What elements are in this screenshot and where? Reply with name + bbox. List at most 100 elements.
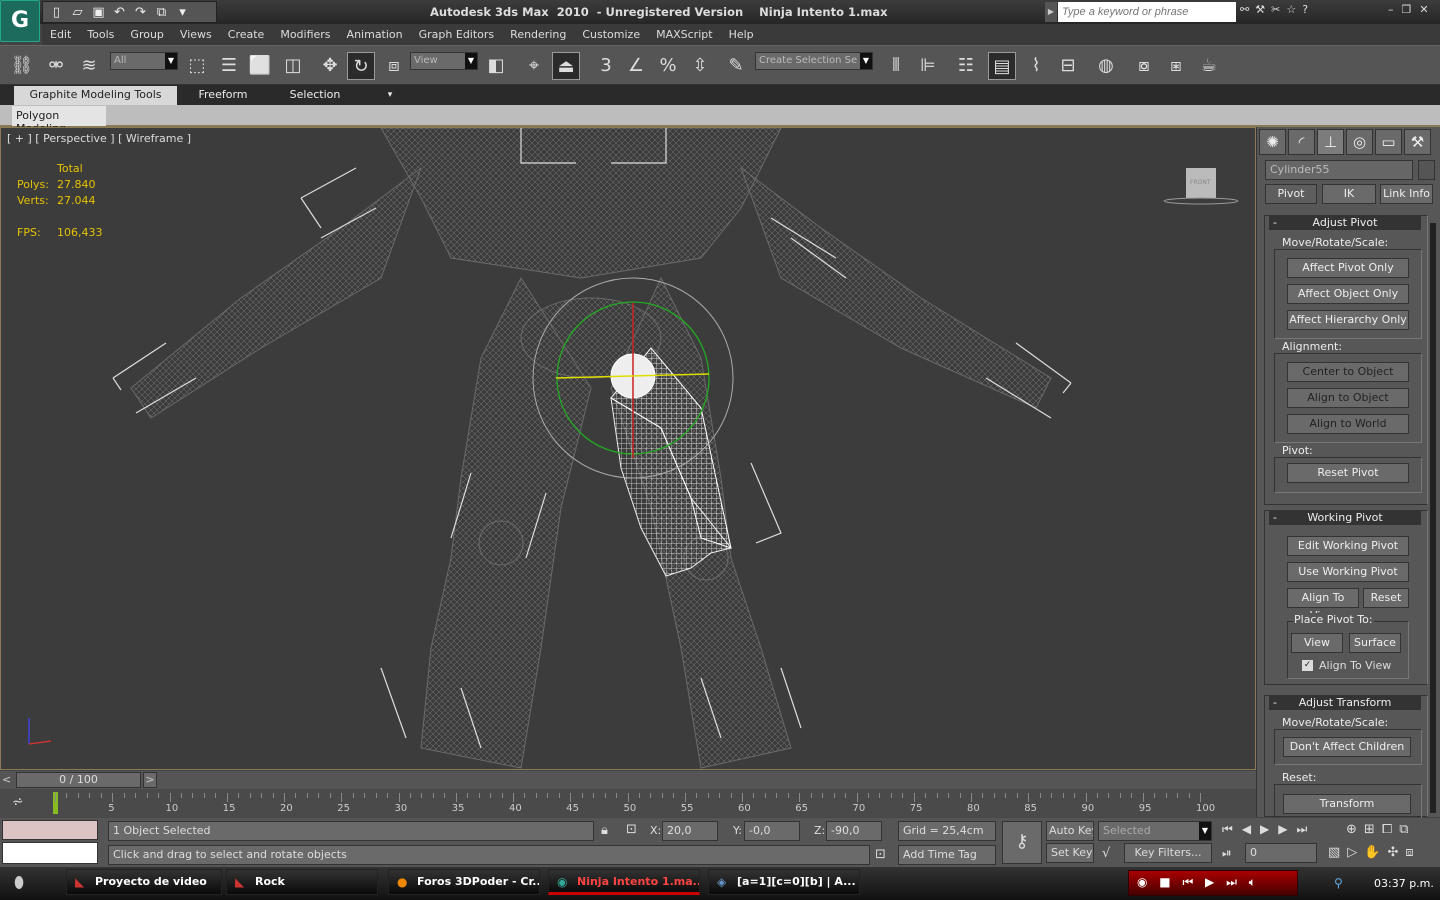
object-name-field[interactable]: Cylinder55 <box>1265 160 1413 180</box>
key-mode-toggle-icon[interactable]: ⏯ <box>1222 846 1232 861</box>
affect-pivot-only-button[interactable]: Affect Pivot Only <box>1287 258 1409 278</box>
set-key-button[interactable]: Set Key <box>1046 843 1094 863</box>
viewcube-face-label[interactable]: FRONT <box>1190 179 1211 186</box>
go-to-end-icon[interactable]: ⏭ <box>1297 822 1308 837</box>
dont-affect-children-button[interactable]: Don't Affect Children <box>1283 737 1411 757</box>
perspective-viewport[interactable]: [ + ] [ Perspective ] [ Wireframe ] FRON… <box>0 127 1256 770</box>
select-object-icon[interactable]: ⬚ <box>183 52 211 80</box>
render-setup-icon[interactable]: ⧇ <box>1130 52 1158 80</box>
menu-group[interactable]: Group <box>122 28 172 41</box>
link-icon[interactable]: ⛓ <box>8 52 36 80</box>
display-tab-icon[interactable]: ▭ <box>1375 129 1402 155</box>
keyboard-shortcut-override-icon[interactable]: ⏏ <box>552 52 580 80</box>
menu-help[interactable]: Help <box>721 28 762 41</box>
schematic-view-icon[interactable]: ⊟ <box>1054 52 1082 80</box>
utilities-tab-icon[interactable]: ⚒ <box>1404 129 1431 155</box>
auto-key-button[interactable]: Auto Key <box>1046 821 1094 841</box>
ribbon-options-icon[interactable]: ▾ <box>382 86 398 105</box>
align-to-view-checkbox[interactable]: ✓ <box>1302 660 1313 671</box>
zoom-icon[interactable]: ⊕ <box>1346 822 1357 837</box>
key-filters-button[interactable]: Key Filters... <box>1124 843 1212 863</box>
align-to-view-button[interactable]: Align To View <box>1287 588 1359 622</box>
go-to-start-icon[interactable]: ⏮ <box>1222 822 1233 837</box>
previous-key-icon[interactable]: ◀ <box>1242 822 1251 837</box>
motion-tab-icon[interactable]: ◎ <box>1346 129 1373 155</box>
align-icon[interactable]: ⊫ <box>914 52 942 80</box>
place-surface-button[interactable]: Surface <box>1349 633 1401 653</box>
place-view-button[interactable]: View <box>1291 633 1343 653</box>
orbit-icon[interactable]: ✣ <box>1387 845 1398 860</box>
rendered-frame-window-icon[interactable]: ⧆ <box>1162 52 1190 80</box>
percent-snap-icon[interactable]: % <box>654 52 682 80</box>
save-icon[interactable]: ▣ <box>91 5 106 20</box>
previous-frame-icon[interactable]: < <box>2 773 11 786</box>
unlink-icon[interactable]: ⚮ <box>42 52 70 80</box>
binoculars-icon[interactable]: ⚯ <box>1240 3 1249 16</box>
align-to-object-button[interactable]: Align to Object <box>1287 388 1409 408</box>
taskbar-item-active[interactable]: ◉ Ninja Intento 1.ma... <box>548 869 700 895</box>
maxscript-listener-bottom[interactable] <box>2 842 98 864</box>
play-icon[interactable]: ▶ <box>1260 822 1269 837</box>
viewport-label[interactable]: [ + ] [ Perspective ] [ Wireframe ] <box>7 132 191 145</box>
minimize-icon[interactable]: – <box>1388 3 1394 16</box>
time-slider-thumb[interactable]: 0 / 100 <box>16 772 141 788</box>
adjust-pivot-rollout[interactable]: - Adjust Pivot <box>1269 216 1421 230</box>
key-mode-dropdown[interactable]: Selected ▼ <box>1098 821 1212 841</box>
affect-object-only-button[interactable]: Affect Object Only <box>1287 284 1409 304</box>
chevron-down-icon[interactable]: ▾ <box>175 5 190 20</box>
move-icon[interactable]: ✥ <box>316 52 344 80</box>
pivot-tab[interactable]: Pivot <box>1265 184 1317 204</box>
hierarchy-tab-icon[interactable]: ⊥ <box>1317 129 1344 155</box>
menu-graph-editors[interactable]: Graph Editors <box>411 28 503 41</box>
add-time-tag-button[interactable]: Add Time Tag <box>898 845 996 865</box>
layer-manager-icon[interactable]: ☷ <box>952 52 980 80</box>
edit-named-selection-icon[interactable]: ✎ <box>722 52 750 80</box>
edit-working-pivot-button[interactable]: Edit Working Pivot <box>1287 536 1409 556</box>
render-teapot-icon[interactable]: ☕ <box>1195 52 1223 80</box>
angle-snap-icon[interactable]: ∠ <box>622 52 650 80</box>
maximize-viewport-icon[interactable]: ⧈ <box>1405 845 1413 860</box>
affect-hierarchy-only-button[interactable]: Affect Hierarchy Only <box>1287 310 1409 330</box>
graphite-toggle-icon[interactable]: ▤ <box>988 52 1016 80</box>
selection-filter-dropdown[interactable]: All ▼ <box>110 52 178 70</box>
adjust-transform-rollout[interactable]: - Adjust Transform <box>1269 696 1421 710</box>
taskbar-item[interactable]: ◈ [a=1][c=0][b] | A... <box>708 869 860 895</box>
mirror-icon[interactable]: ⫴ <box>882 52 910 80</box>
tab-selection[interactable]: Selection <box>280 86 350 105</box>
working-pivot-rollout[interactable]: - Working Pivot <box>1269 511 1421 525</box>
menu-views[interactable]: Views <box>172 28 220 41</box>
bind-space-warp-icon[interactable]: ≋ <box>75 52 103 80</box>
search-expand-icon[interactable]: ▶ <box>1045 2 1057 22</box>
modify-tab-icon[interactable]: ◜ <box>1288 129 1315 155</box>
zoom-extents-icon[interactable]: ⧠ <box>1382 822 1392 837</box>
network-tray-icon[interactable]: ⚲ <box>1334 876 1343 890</box>
spinner-snap-icon[interactable]: ⇳ <box>686 52 714 80</box>
align-to-world-button[interactable]: Align to World <box>1287 414 1409 434</box>
z-coordinate-field[interactable]: -90,0 <box>826 821 882 841</box>
absolute-mode-icon[interactable]: ⊡ <box>626 822 637 837</box>
center-to-object-button[interactable]: Center to Object <box>1287 362 1409 382</box>
named-selection-dropdown[interactable]: Create Selection Se ▼ <box>755 52 873 70</box>
manipulate-icon[interactable]: ⌖ <box>520 52 548 80</box>
time-slider[interactable]: < 0 / 100 > <box>0 771 1256 789</box>
link-info-tab[interactable]: Link Info <box>1380 184 1433 204</box>
close-icon[interactable]: ✕ <box>1419 3 1428 16</box>
y-coordinate-field[interactable]: -0,0 <box>744 821 800 841</box>
menu-edit[interactable]: Edit <box>42 28 79 41</box>
menu-maxscript[interactable]: MAXScript <box>648 28 720 41</box>
restore-icon[interactable]: ❐ <box>1402 3 1412 16</box>
rectangular-selection-icon[interactable]: ⬜ <box>246 52 274 80</box>
menu-customize[interactable]: Customize <box>574 28 648 41</box>
create-tab-icon[interactable]: ✺ <box>1259 129 1286 155</box>
start-button-icon[interactable]: ⬮ <box>14 873 50 895</box>
menu-tools[interactable]: Tools <box>79 28 122 41</box>
subscription-icon[interactable]: ⚒ <box>1255 3 1265 16</box>
new-file-icon[interactable]: ▯ <box>49 5 64 20</box>
window-crossing-icon[interactable]: ◫ <box>279 52 307 80</box>
select-by-name-icon[interactable]: ☰ <box>215 52 243 80</box>
menu-create[interactable]: Create <box>220 28 273 41</box>
pivot-center-icon[interactable]: ◧ <box>482 52 510 80</box>
tab-freeform[interactable]: Freeform <box>190 86 256 105</box>
app-menu-button[interactable]: G <box>0 0 40 42</box>
taskbar-item[interactable]: ◣ Rock <box>226 869 378 895</box>
